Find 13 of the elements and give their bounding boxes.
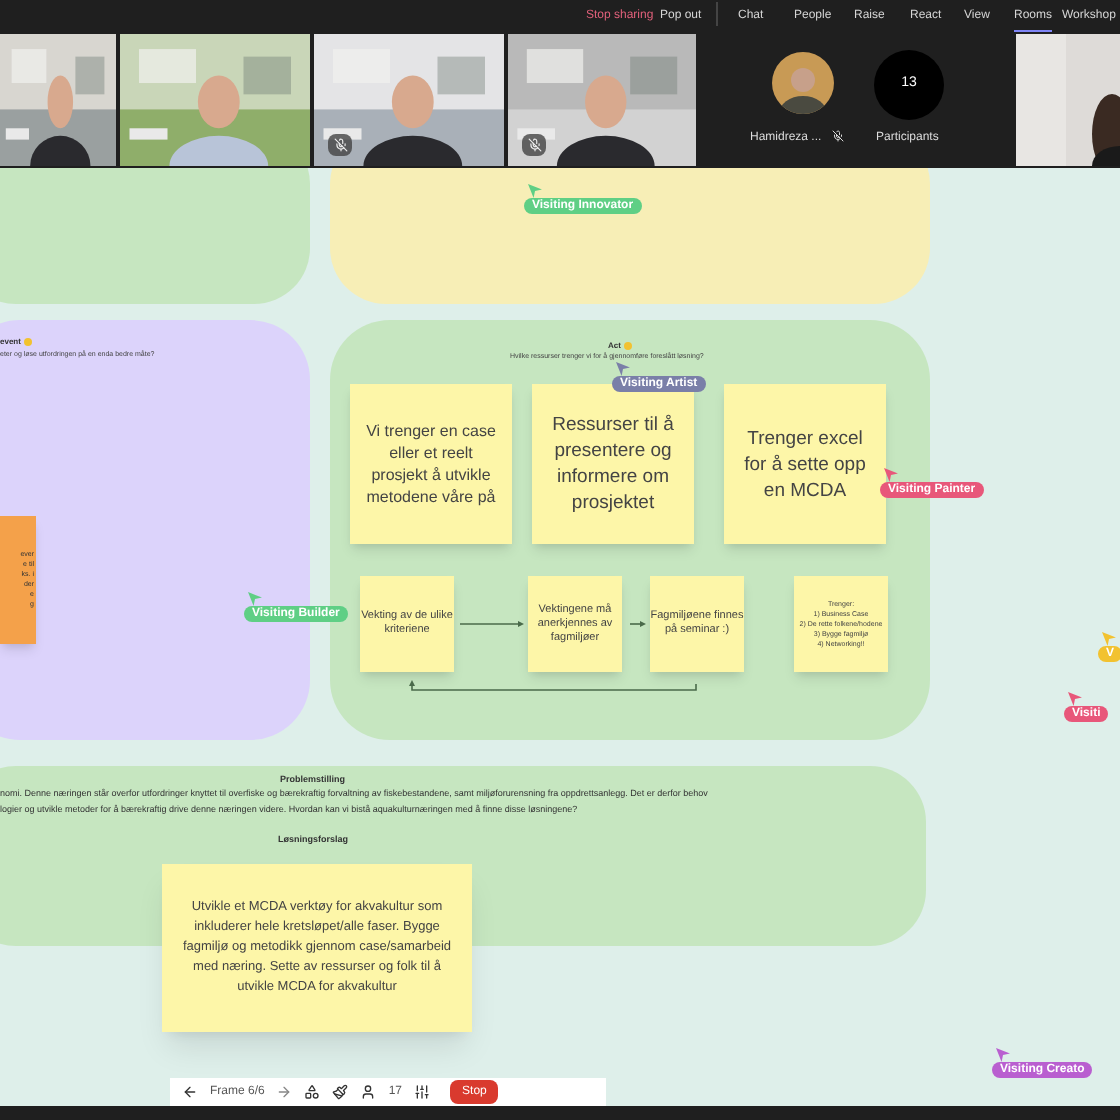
sliders-icon[interactable] bbox=[414, 1084, 431, 1100]
connector-arrow bbox=[459, 621, 524, 627]
paintbrush-icon[interactable] bbox=[332, 1084, 349, 1100]
connector-arrow bbox=[629, 621, 646, 627]
sticky-note: Vi trenger en case eller et reelt prosjekt å utvikle metodene våre på bbox=[350, 384, 512, 544]
emoji-icon bbox=[24, 338, 33, 346]
previous-frame-icon[interactable] bbox=[182, 1084, 198, 1100]
emoji-icon bbox=[624, 342, 633, 350]
shapes-icon[interactable] bbox=[304, 1084, 321, 1100]
next-frame-icon[interactable] bbox=[276, 1084, 293, 1100]
sticky-note: Trenger excel for å sette opp en MCDA bbox=[724, 384, 886, 544]
user-icon[interactable] bbox=[360, 1084, 377, 1100]
avatar bbox=[772, 52, 834, 114]
